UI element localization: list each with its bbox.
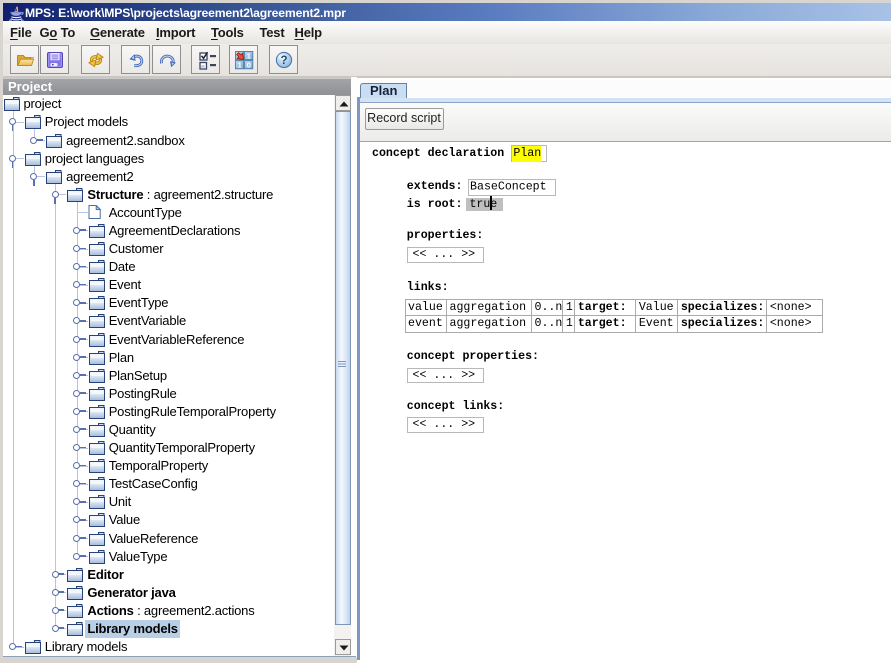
svg-text:1: 1 [246,51,250,60]
svg-text:1: 1 [237,60,241,69]
svg-text:0: 0 [246,60,250,69]
svg-text:?: ? [280,55,287,67]
